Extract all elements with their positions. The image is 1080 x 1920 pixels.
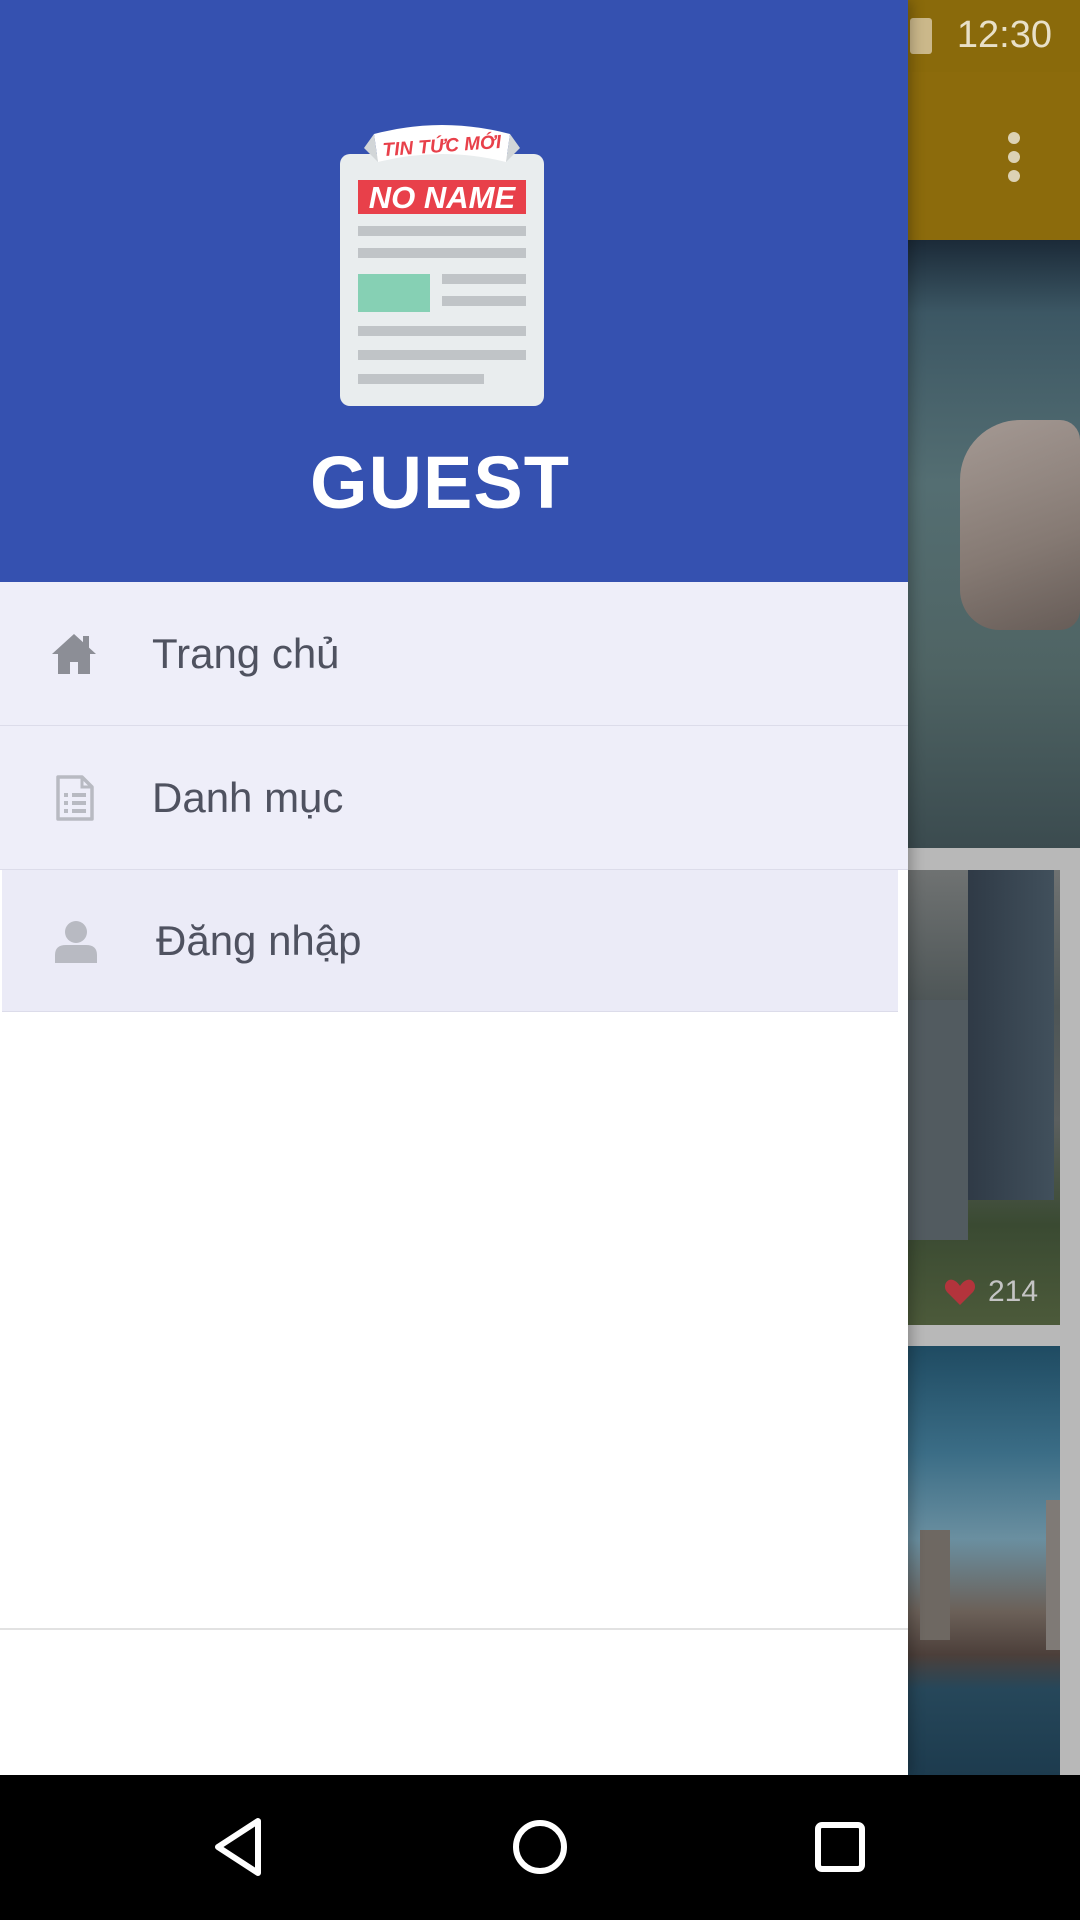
drawer-header: TIN TỨC MỚI NO NAME GUEST bbox=[0, 0, 908, 582]
system-navigation-bar bbox=[0, 1775, 1080, 1920]
document-list-icon bbox=[56, 774, 94, 821]
menu-item-login[interactable]: Đăng nhập bbox=[2, 870, 898, 1012]
hero-image-subject bbox=[960, 420, 1080, 630]
card-image-building bbox=[1046, 1500, 1060, 1650]
battery-icon bbox=[910, 18, 932, 54]
menu-item-label: Đăng nhập bbox=[156, 916, 362, 964]
card-image-tower bbox=[968, 870, 1054, 1200]
drawer-menu: Trang chủ Danh mục Đăng nhập bbox=[0, 582, 908, 1012]
menu-item-label: Danh mục bbox=[152, 773, 344, 821]
person-icon bbox=[55, 920, 97, 963]
home-icon bbox=[52, 633, 96, 674]
like-count: 214 bbox=[988, 1275, 1039, 1308]
status-time: 12:30 bbox=[956, 14, 1052, 56]
user-name: GUEST bbox=[310, 441, 570, 524]
menu-item-home[interactable]: Trang chủ bbox=[0, 582, 908, 726]
drawer-divider bbox=[0, 1628, 908, 1630]
menu-item-label: Trang chủ bbox=[152, 629, 340, 677]
navigation-drawer: TIN TỨC MỚI NO NAME GUEST Trang chủ Danh… bbox=[0, 0, 908, 1775]
card-image-building bbox=[898, 1000, 968, 1240]
back-icon[interactable] bbox=[204, 1811, 276, 1883]
home-button-icon[interactable] bbox=[504, 1811, 576, 1883]
logo-title-text: NO NAME bbox=[369, 180, 517, 215]
card-image-building bbox=[920, 1530, 950, 1640]
menu-item-categories[interactable]: Danh mục bbox=[0, 726, 908, 870]
more-options-icon[interactable] bbox=[1008, 132, 1020, 182]
heart-icon[interactable] bbox=[944, 1278, 976, 1306]
newspaper-logo-icon: TIN TỨC MỚI NO NAME bbox=[340, 125, 544, 406]
recents-icon[interactable] bbox=[804, 1811, 876, 1883]
